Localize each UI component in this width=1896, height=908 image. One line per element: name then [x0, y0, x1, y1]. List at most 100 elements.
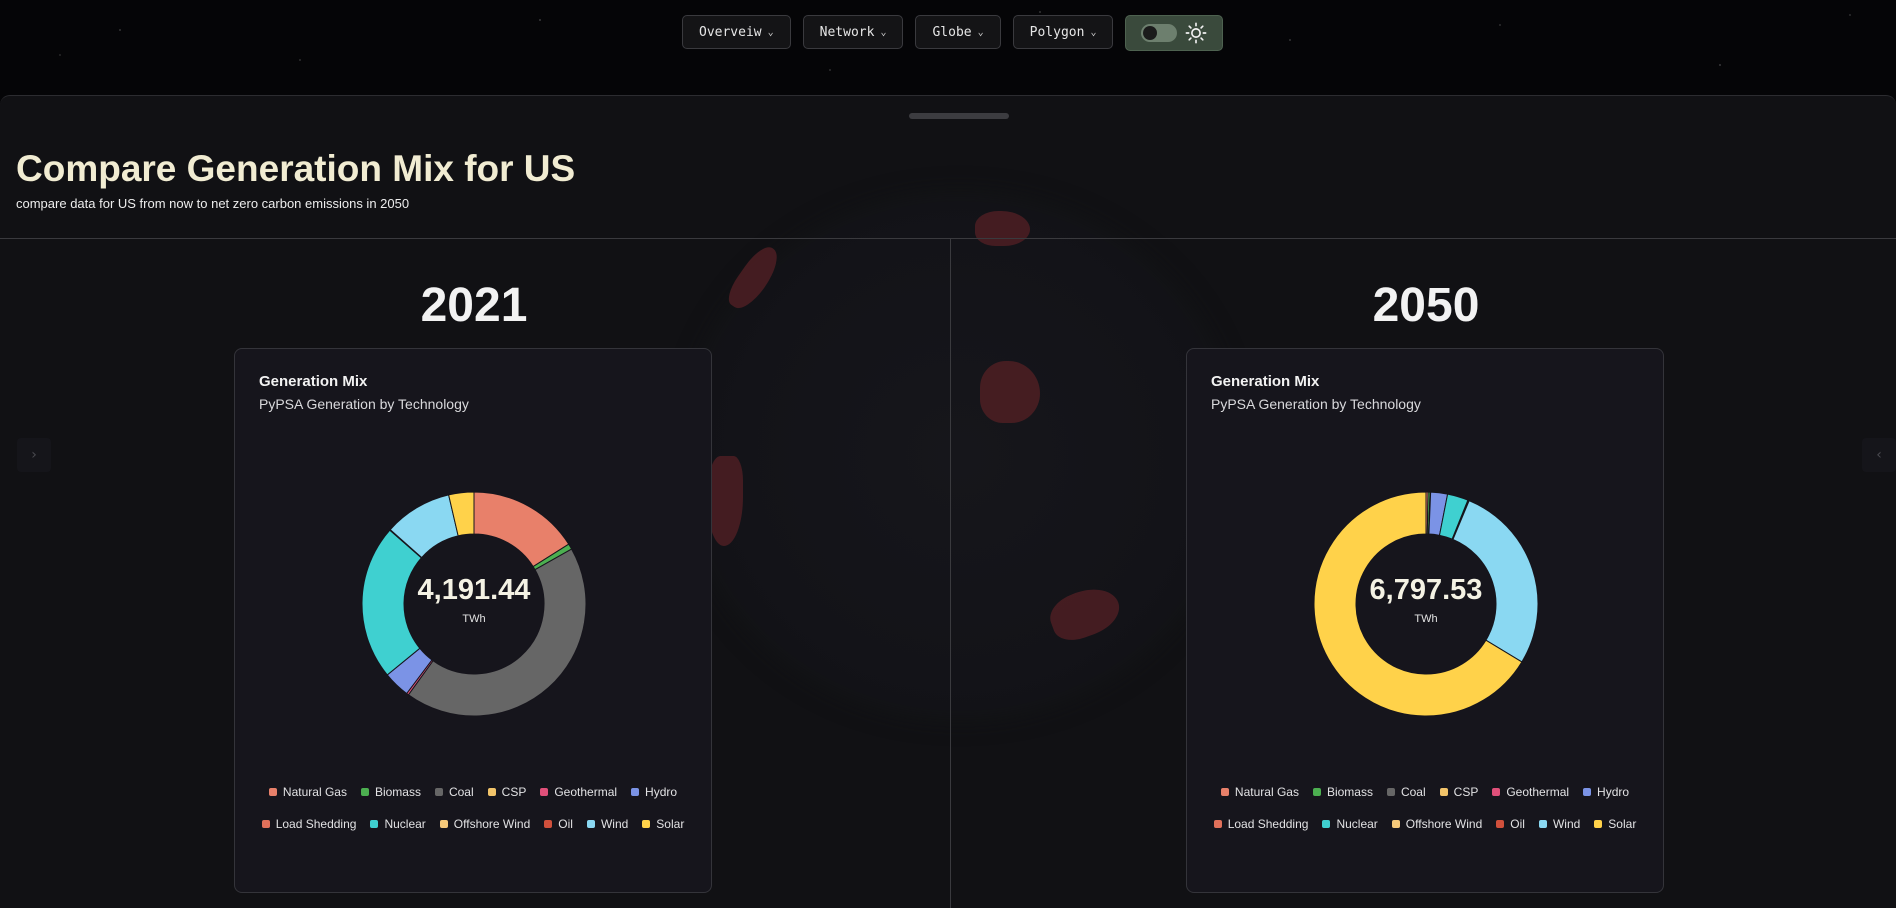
legend-swatch — [370, 820, 379, 828]
total-unit: TWh — [462, 613, 486, 625]
sun-icon — [1186, 22, 1207, 44]
legend-swatch — [1220, 788, 1229, 796]
nav-globe-button[interactable]: Globe ⌄ — [915, 15, 1001, 49]
legend-swatch — [1583, 788, 1592, 796]
legend-item-nuclear[interactable]: Nuclear — [1322, 817, 1378, 831]
legend-swatch — [1312, 788, 1321, 796]
total-value: 6,797.53 — [1369, 574, 1483, 606]
legend-swatch — [439, 820, 448, 828]
drag-handle[interactable] — [909, 113, 1009, 119]
legend-item-oil[interactable]: Oil — [1496, 817, 1525, 831]
theme-toggle[interactable] — [1125, 15, 1224, 51]
legend-swatch — [1496, 820, 1505, 828]
legend-item-csp[interactable]: CSP — [487, 785, 527, 799]
card-subtitle: PyPSA Generation by Technology — [1211, 396, 1421, 412]
nav-label: Polygon — [1029, 24, 1085, 40]
legend-label: Hydro — [645, 785, 678, 799]
legend-swatch — [1439, 788, 1448, 796]
top-navigation: Overveiw ⌄ Network ⌄ Globe ⌄ Polygon ⌄ — [682, 15, 1224, 51]
legend-swatch — [631, 788, 640, 796]
globe-landmass — [1044, 580, 1126, 647]
toggle-switch[interactable] — [1141, 24, 1178, 42]
nav-label: Overveiw — [699, 24, 762, 40]
total-value: 4,191.44 — [417, 574, 531, 606]
legend-item-solar[interactable]: Solar — [642, 817, 684, 831]
legend-swatch — [360, 788, 369, 796]
previous-button[interactable]: › — [17, 438, 51, 472]
legend-label: Biomass — [1326, 785, 1373, 799]
legend-swatch — [1538, 820, 1547, 828]
legend-label: Oil — [1510, 817, 1525, 831]
legend-label: Geothermal — [1506, 785, 1570, 799]
year-heading: 2021 — [420, 279, 528, 332]
legend-label: Solar — [656, 817, 685, 831]
globe-landmass — [975, 211, 1030, 246]
legend-swatch — [1213, 820, 1222, 828]
legend-label: Wind — [600, 817, 629, 831]
legend-item-solar[interactable]: Solar — [1594, 817, 1636, 831]
legend-swatch — [268, 788, 277, 796]
legend-swatch — [261, 820, 270, 828]
chevron-down-icon: ⌄ — [767, 26, 774, 38]
legend-swatch — [586, 820, 595, 828]
nav-overview-button[interactable]: Overveiw ⌄ — [682, 15, 791, 49]
legend-label: Hydro — [1597, 785, 1630, 799]
legend-label: Natural Gas — [282, 785, 347, 799]
legend-label: Coal — [1400, 785, 1426, 799]
page-subtitle: compare data for US from now to net zero… — [16, 196, 410, 211]
chart-legend: Natural Gas Biomass Coal CSP Geothermal Hydro… — [1205, 785, 1645, 831]
legend-swatch — [642, 820, 651, 828]
legend-item-hydro[interactable]: Hydro — [1583, 785, 1629, 799]
chevron-down-icon: ⌄ — [1090, 26, 1097, 38]
page-title: Compare Generation Mix for US — [16, 148, 576, 189]
legend-label: Nuclear — [384, 817, 426, 831]
nav-network-button[interactable]: Network ⌄ — [802, 15, 904, 49]
legend-swatch — [1594, 820, 1603, 828]
chevron-right-icon: › — [31, 447, 37, 463]
legend-item-csp[interactable]: CSP — [1439, 785, 1478, 799]
nav-polygon-button[interactable]: Polygon ⌄ — [1012, 15, 1114, 49]
legend-item-geothermal[interactable]: Geothermal — [540, 785, 617, 799]
legend-label: Geothermal — [554, 785, 618, 799]
globe-landmass — [980, 361, 1040, 423]
legend-label: Wind — [1552, 817, 1581, 831]
main-panel: Compare Generation Mix for US compare da… — [0, 95, 1896, 908]
legend-item-geothermal[interactable]: Geothermal — [1492, 785, 1569, 799]
card-title: Generation Mix — [259, 373, 368, 390]
legend-swatch — [540, 788, 549, 796]
legend-item-wind[interactable]: Wind — [586, 817, 629, 831]
legend-item-oil[interactable]: Oil — [544, 817, 573, 831]
legend-swatch — [544, 820, 553, 828]
legend-label: Load Shedding — [275, 817, 357, 831]
legend-label: CSP — [501, 785, 527, 799]
column-divider — [950, 239, 951, 908]
legend-item-natural-gas[interactable]: Natural Gas — [268, 785, 347, 799]
generation-mix-card: Generation Mix PyPSA Generation by Techn… — [1186, 348, 1664, 893]
globe-landmass — [722, 241, 786, 315]
legend-item-coal[interactable]: Coal — [434, 785, 474, 799]
legend-item-biomass[interactable]: Biomass — [1312, 785, 1373, 799]
generation-mix-card: Generation Mix PyPSA Generation by Techn… — [234, 348, 712, 893]
chevron-down-icon: ⌄ — [880, 26, 887, 38]
legend-item-wind[interactable]: Wind — [1538, 817, 1581, 831]
legend-item-load-shedding[interactable]: Load Shedding — [261, 817, 357, 831]
legend-item-coal[interactable]: Coal — [1386, 785, 1426, 799]
legend-item-nuclear[interactable]: Nuclear — [370, 817, 426, 831]
legend-item-hydro[interactable]: Hydro — [631, 785, 677, 799]
legend-item-natural-gas[interactable]: Natural Gas — [1220, 785, 1299, 799]
legend-swatch — [1386, 788, 1395, 796]
legend-item-biomass[interactable]: Biomass — [360, 785, 421, 799]
card-subtitle: PyPSA Generation by Technology — [259, 396, 469, 412]
legend-item-offshore-wind[interactable]: Offshore Wind — [439, 817, 531, 831]
year-heading: 2050 — [1372, 279, 1480, 332]
legend-label: Offshore Wind — [1405, 817, 1483, 831]
next-button[interactable]: ‹ — [1862, 438, 1896, 472]
legend-label: Offshore Wind — [453, 817, 531, 831]
legend-label: Coal — [448, 785, 474, 799]
legend-swatch — [434, 788, 443, 796]
legend-swatch — [487, 788, 496, 796]
legend-item-load-shedding[interactable]: Load Shedding — [1213, 817, 1308, 831]
globe-background — [690, 201, 1230, 711]
legend-label: Nuclear — [1336, 817, 1378, 831]
legend-item-offshore-wind[interactable]: Offshore Wind — [1391, 817, 1483, 831]
